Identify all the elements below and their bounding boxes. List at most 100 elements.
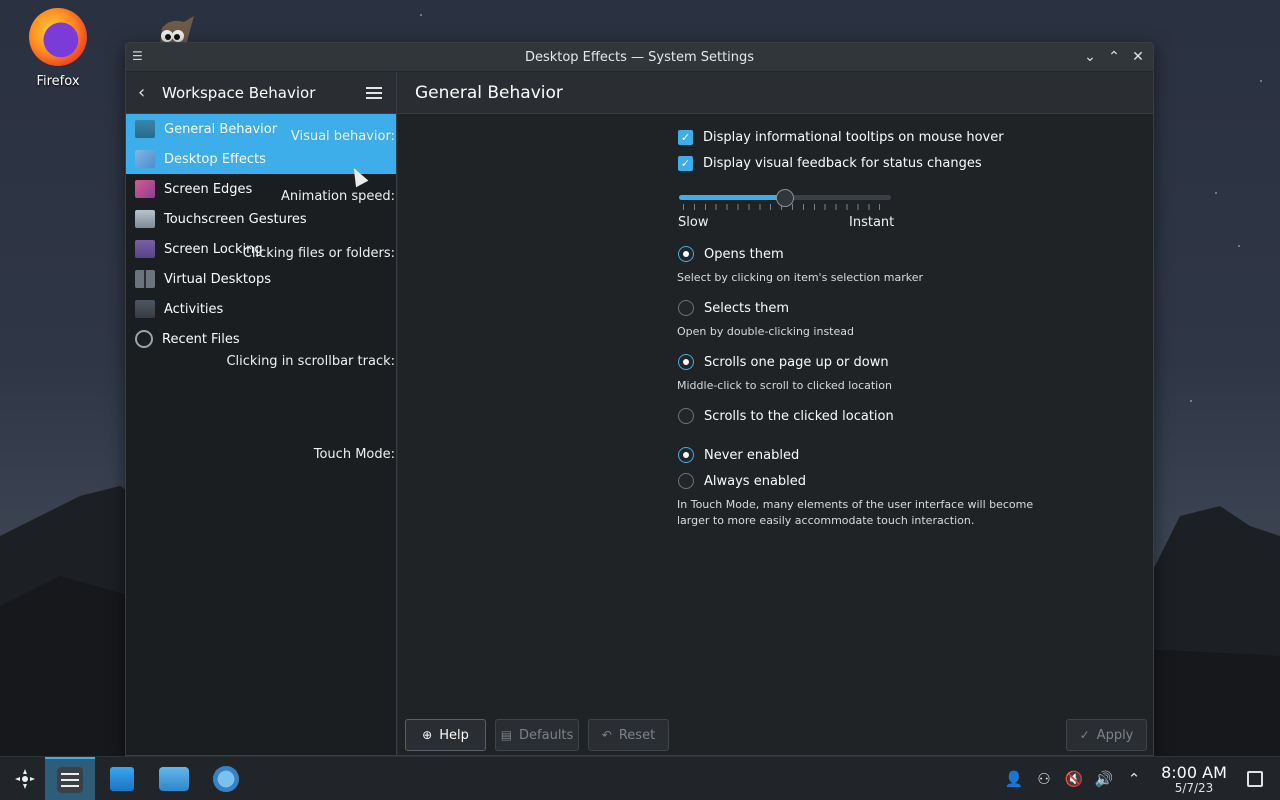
chevron-up-icon[interactable]: ⌃ (1119, 770, 1149, 788)
scroll-clicked-radio[interactable]: Scrolls to the clicked location (678, 404, 894, 428)
selects-them-radio[interactable]: Selects them (678, 296, 789, 320)
activities-icon (135, 300, 155, 318)
radio-unselected-icon (678, 300, 694, 316)
animation-speed-slider[interactable] (679, 187, 891, 217)
radio-unselected-icon (678, 408, 694, 424)
scrollbar-track-label: Clicking in scrollbar track: (226, 354, 395, 369)
taskbar-browser[interactable] (201, 757, 251, 800)
checkbox-checked-icon: ✓ (678, 129, 693, 145)
clock-time: 8:00 AM (1161, 762, 1227, 782)
application-launcher[interactable] (0, 757, 50, 800)
animation-instant-label: Instant (849, 215, 895, 230)
window-menu-icon[interactable]: ☰ (132, 49, 148, 65)
screen-locking-icon (135, 240, 155, 258)
status-feedback-checkbox-label: Display visual feedback for status chang… (703, 155, 982, 171)
user-icon[interactable]: 👤 (999, 770, 1029, 788)
checkbox-checked-icon: ✓ (678, 155, 693, 171)
sidebar-header: ‹ Workspace Behavior (126, 72, 396, 114)
discover-store-icon (110, 766, 134, 791)
slider-fill (679, 195, 785, 200)
reset-button[interactable]: ↶ Reset (588, 719, 669, 751)
selects-them-label: Selects them (704, 300, 790, 316)
visual-behavior-label: Visual behavior: (290, 129, 395, 144)
reset-button-label: Reset (618, 727, 656, 743)
scroll-page-hint: Middle-click to scroll to clicked locati… (677, 379, 892, 392)
touch-mode-label: Touch Mode: (313, 447, 395, 462)
defaults-document-icon: ▤ (500, 728, 513, 742)
globe-gear-icon (213, 765, 239, 792)
firefox-desktop-icon[interactable]: Firefox (24, 8, 92, 89)
system-tray: 👤 ⚇ 🔇 🔊 ⌃ 8:00 AM 5/7/23 (999, 757, 1280, 800)
general-behavior-icon (135, 120, 155, 138)
touch-mode-hint-line2: larger to more easily accommodate touch … (677, 514, 975, 527)
hamburger-menu-icon[interactable] (366, 86, 382, 99)
defaults-button[interactable]: ▤ Defaults (495, 719, 579, 751)
sidebar-item-label: General Behavior (164, 121, 278, 137)
apply-button-label: Apply (1096, 727, 1134, 743)
virtual-desktops-icon (135, 270, 155, 288)
clock[interactable]: 8:00 AM 5/7/23 (1155, 764, 1233, 795)
sidebar-item-activities[interactable]: Activities (126, 294, 396, 324)
clicking-files-label: Clicking files or folders: (242, 246, 395, 261)
folder-icon (159, 766, 189, 791)
touchscreen-gestures-icon (135, 210, 155, 228)
apply-button[interactable]: ✓ Apply (1066, 719, 1147, 751)
page-title: General Behavior (415, 82, 563, 103)
firefox-icon (29, 8, 87, 66)
launcher-icon (15, 768, 35, 789)
touch-never-label: Never enabled (704, 447, 800, 463)
main-header: General Behavior (398, 72, 1153, 114)
taskbar-discover[interactable] (97, 757, 147, 800)
user-switch-icon[interactable]: ⚇ (1029, 770, 1059, 788)
screen-edges-icon (135, 180, 155, 198)
sidebar-item-label: Touchscreen Gestures (164, 211, 307, 227)
sidebar-item-label: Virtual Desktops (164, 271, 271, 287)
animation-speed-label: Animation speed: (280, 189, 395, 204)
slider-handle[interactable] (776, 189, 794, 207)
tooltips-checkbox-label: Display informational tooltips on mouse … (703, 129, 1004, 145)
scroll-page-radio[interactable]: Scrolls one page up or down (678, 350, 889, 374)
taskbar-system-settings[interactable] (45, 756, 95, 800)
back-arrow-icon[interactable]: ‹ (138, 82, 152, 103)
radio-selected-icon (678, 354, 694, 370)
tooltips-checkbox[interactable]: ✓ Display informational tooltips on mous… (678, 125, 1004, 149)
system-settings-window: ☰ Desktop Effects — System Settings ⌄ ⌃ … (125, 42, 1154, 756)
touch-never-radio[interactable]: Never enabled (678, 443, 799, 467)
animation-slow-label: Slow (678, 215, 709, 230)
selects-them-hint: Open by double-clicking instead (677, 325, 854, 338)
taskbar: 👤 ⚇ 🔇 🔊 ⌃ 8:00 AM 5/7/23 (0, 756, 1280, 800)
sidebar-title: Workspace Behavior (162, 83, 316, 102)
sidebar-item-recent-files[interactable]: Recent Files (126, 324, 396, 354)
muted-speaker-icon[interactable]: 🔇 (1059, 770, 1089, 788)
taskbar-file-manager[interactable] (149, 757, 199, 800)
window-title: Desktop Effects — System Settings (524, 49, 755, 65)
radio-selected-icon (678, 447, 694, 463)
window-titlebar[interactable]: ☰ Desktop Effects — System Settings ⌄ ⌃ … (126, 43, 1153, 72)
sidebar-item-label: Screen Edges (164, 181, 253, 197)
show-desktop-icon[interactable] (1247, 771, 1263, 787)
reset-undo-icon: ↶ (601, 728, 612, 742)
touch-mode-hint-line1: In Touch Mode, many elements of the user… (677, 498, 1034, 511)
clock-date: 5/7/23 (1174, 780, 1214, 795)
firefox-label: Firefox (36, 74, 80, 89)
close-button[interactable]: ✕ (1129, 47, 1147, 67)
opens-them-radio[interactable]: Opens them (678, 242, 784, 266)
minimize-button[interactable]: ⌄ (1081, 47, 1099, 67)
radio-unselected-icon (678, 473, 694, 489)
recent-files-icon (135, 330, 153, 348)
help-button-label: Help (439, 727, 469, 743)
sidebar-item-touchscreen-gestures[interactable]: Touchscreen Gestures (126, 204, 396, 234)
status-feedback-checkbox[interactable]: ✓ Display visual feedback for status cha… (678, 151, 982, 175)
maximize-button[interactable]: ⌃ (1105, 47, 1123, 67)
defaults-button-label: Defaults (519, 727, 574, 743)
system-settings-icon (57, 766, 83, 793)
help-icon: ⊕ (422, 728, 433, 742)
help-button[interactable]: ⊕ Help (405, 719, 486, 751)
volume-icon[interactable]: 🔊 (1089, 770, 1119, 788)
touch-always-radio[interactable]: Always enabled (678, 469, 806, 493)
sidebar-list: General Behavior Desktop Effects Screen … (126, 114, 396, 354)
sidebar-item-label: Desktop Effects (164, 151, 266, 167)
sidebar-item-virtual-desktops[interactable]: Virtual Desktops (126, 264, 396, 294)
main-panel: General Behavior Visual behavior: ✓ Disp… (226, 72, 1153, 755)
scroll-page-label: Scrolls one page up or down (704, 354, 889, 370)
